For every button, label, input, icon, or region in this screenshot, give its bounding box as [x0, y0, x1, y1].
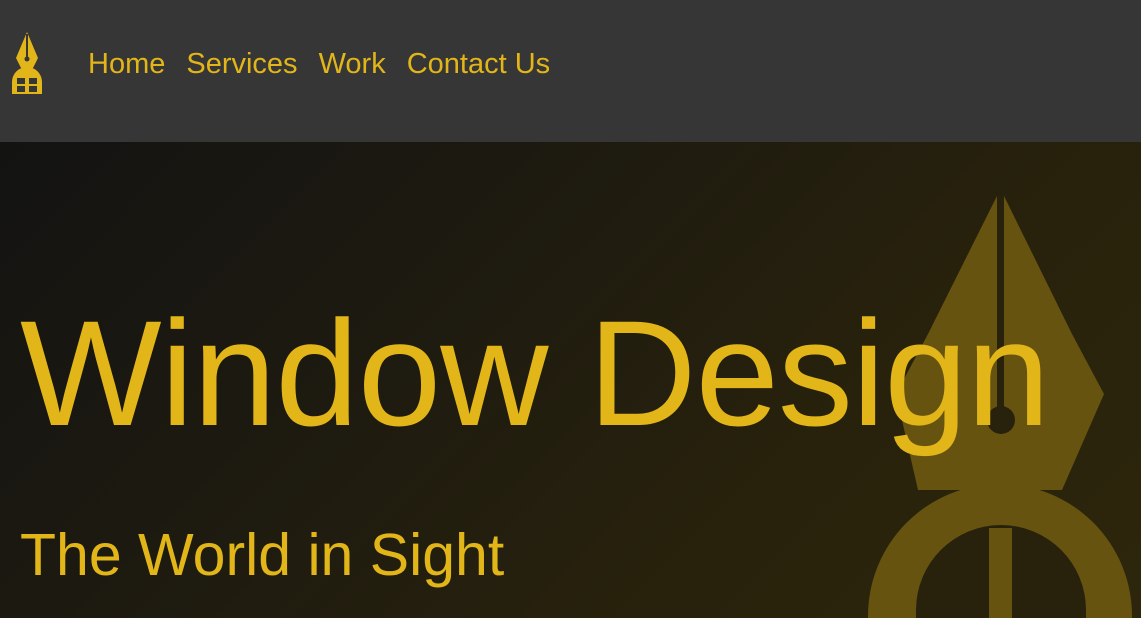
nav-link-home[interactable]: Home: [88, 44, 165, 84]
nav-link-contact-us[interactable]: Contact Us: [407, 44, 550, 84]
nav-link-services[interactable]: Services: [186, 44, 297, 84]
pen-nib-window-icon[interactable]: [8, 28, 46, 100]
top-navigation-bar: Home Services Work Contact Us: [0, 0, 1141, 142]
hero-section: Window Design The World in Sight: [0, 142, 1141, 618]
hero-subtitle: The World in Sight: [20, 522, 505, 588]
nav-link-work[interactable]: Work: [319, 44, 386, 84]
main-nav: Home Services Work Contact Us: [88, 44, 571, 84]
hero-title: Window Design: [20, 289, 1050, 457]
